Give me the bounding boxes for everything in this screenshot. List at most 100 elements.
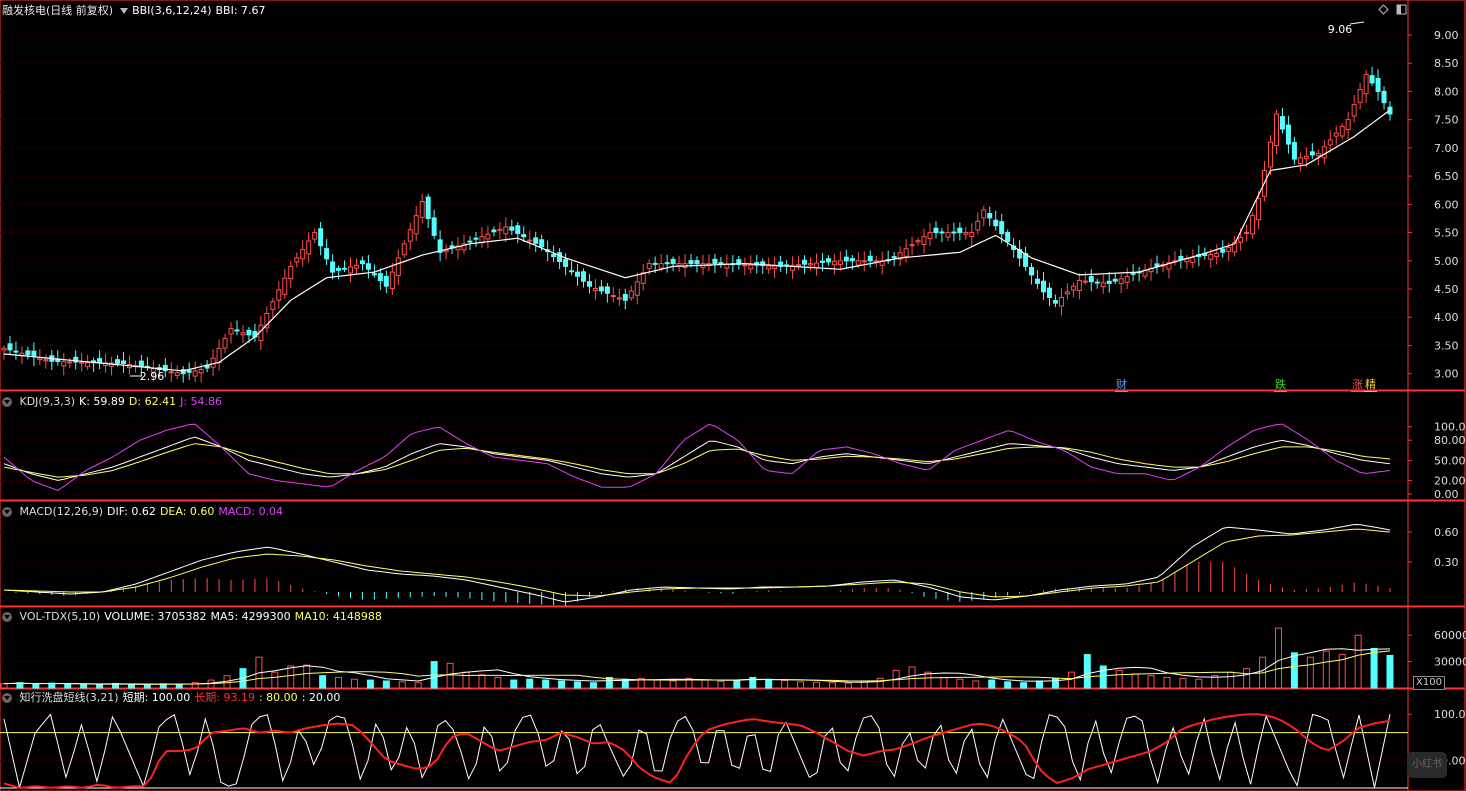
candle-body: [240, 332, 246, 336]
tick-label: 20.00: [1434, 475, 1466, 488]
candle: [503, 217, 509, 243]
candle: [796, 255, 802, 270]
candle-body: [539, 239, 545, 248]
candle: [473, 232, 479, 248]
candle: [485, 225, 491, 249]
vol-header: VOL-TDX(5,10) VOLUME: 3705382 MA5: 4299300…: [2, 610, 386, 624]
candle: [210, 349, 216, 376]
candle-body: [837, 260, 843, 265]
volume-bar: [366, 679, 374, 689]
candle: [1124, 267, 1130, 290]
candle: [831, 253, 837, 275]
candle-body: [43, 359, 49, 362]
tick-label: 60000: [1434, 629, 1466, 642]
candle: [186, 362, 192, 380]
candle-body: [55, 358, 61, 362]
dropdown-icon[interactable]: [120, 8, 129, 14]
candle-body: [216, 347, 222, 364]
candle-body: [1315, 153, 1321, 157]
candle: [1076, 273, 1082, 300]
candle-body: [843, 256, 849, 262]
candle: [264, 306, 270, 333]
candle-body: [915, 240, 921, 243]
candle: [1070, 282, 1076, 298]
vol-volume: VOLUME: 3705382: [104, 610, 207, 623]
volume-bar: [1004, 681, 1012, 689]
candle: [282, 268, 288, 299]
badge-finance[interactable]: 财: [1115, 378, 1128, 392]
badge-drop[interactable]: 跌: [1274, 378, 1287, 392]
candle: [306, 232, 312, 263]
candle-body: [592, 288, 598, 292]
macd-dif-line: [3, 523, 1391, 603]
candle-body: [951, 231, 957, 234]
candle: [885, 250, 891, 264]
tick-label: 100.00: [1434, 421, 1466, 434]
candle: [120, 352, 126, 373]
candle-body: [222, 337, 228, 349]
indicator-menu-icon[interactable]: [2, 397, 12, 407]
candle-body: [67, 361, 73, 364]
candle-body: [1046, 287, 1052, 298]
candle: [431, 209, 437, 240]
candle: [915, 237, 921, 246]
candle: [1154, 255, 1160, 274]
candle: [1214, 244, 1220, 265]
candle: [1279, 107, 1285, 134]
candle-body: [336, 267, 342, 271]
candle: [359, 256, 365, 271]
candle-body: [7, 343, 13, 351]
candle: [216, 339, 222, 371]
candle-body: [120, 360, 126, 365]
candle: [1148, 258, 1154, 281]
indicator-menu-icon[interactable]: [2, 693, 12, 703]
candle: [383, 270, 389, 294]
candle: [25, 346, 31, 360]
candle: [204, 360, 210, 373]
candle-body: [1029, 266, 1035, 276]
volume-bar: [940, 676, 948, 689]
badge-rise[interactable]: 涨: [1351, 378, 1364, 392]
volume-bar: [382, 680, 390, 689]
candle: [993, 210, 999, 231]
candle-body: [634, 281, 640, 296]
candle-body: [210, 357, 216, 368]
candle-body: [945, 232, 951, 238]
high-annotation: 9.06: [1328, 23, 1353, 36]
candle-body: [115, 359, 121, 364]
tick-label: 7.50: [1434, 114, 1459, 127]
candle: [808, 257, 814, 271]
volume-bar: [797, 681, 805, 689]
kdj-k: K: 59.89: [79, 395, 125, 408]
candle-body: [1100, 282, 1106, 288]
candle-body: [933, 227, 939, 234]
candle: [939, 227, 945, 243]
candle-body: [1082, 280, 1088, 283]
volume-bar: [781, 680, 789, 689]
indicator-menu-icon[interactable]: [2, 507, 12, 517]
volume-bar: [1179, 677, 1187, 689]
volume-bar: [526, 678, 534, 689]
tick-label: 6.00: [1434, 198, 1459, 211]
candle-body: [1214, 252, 1220, 257]
badge-select[interactable]: 精: [1364, 378, 1377, 392]
candle: [353, 258, 359, 275]
candle-body: [25, 350, 31, 356]
candle: [778, 255, 784, 272]
diamond-icon[interactable]: [1378, 4, 1389, 15]
candle-body: [1327, 139, 1333, 146]
candle: [580, 268, 586, 288]
candle-body: [1333, 132, 1339, 137]
window-toggle-icon[interactable]: [1396, 4, 1407, 15]
candle: [1262, 160, 1268, 202]
candle-body: [670, 258, 676, 265]
candle: [413, 206, 419, 241]
indicator-menu-icon[interactable]: [2, 612, 12, 622]
candle: [1369, 66, 1375, 86]
volume-bar: [701, 679, 709, 689]
wash-l20: : 20.00: [301, 691, 341, 704]
candle-body: [330, 261, 336, 273]
candle: [1052, 294, 1058, 308]
candle-body: [485, 233, 491, 240]
volume-bar: [558, 680, 566, 689]
